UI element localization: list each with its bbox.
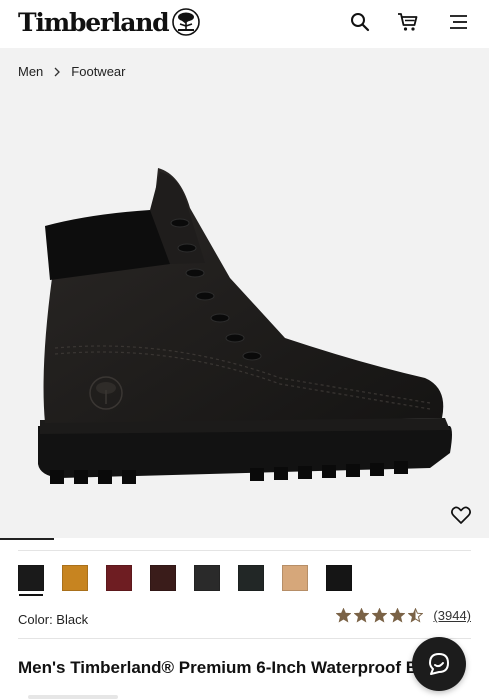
brand-name: Timberland bbox=[18, 7, 170, 37]
gallery-progress-indicator bbox=[0, 538, 54, 540]
site-header: Timberland bbox=[0, 0, 489, 48]
color-swatch[interactable] bbox=[326, 565, 352, 591]
product-image-boot[interactable] bbox=[30, 168, 460, 498]
breadcrumb-footwear[interactable]: Footwear bbox=[71, 64, 125, 79]
product-title: Men's Timberland® Premium 6-Inch Waterpr… bbox=[18, 658, 418, 677]
next-section-hint bbox=[28, 695, 118, 699]
breadcrumb: Men Footwear bbox=[18, 64, 126, 79]
color-swatch[interactable] bbox=[18, 565, 44, 596]
product-page: Timberland Men Footwear Color: Black (39… bbox=[0, 0, 489, 699]
cart-icon[interactable] bbox=[394, 8, 422, 36]
color-swatches bbox=[18, 565, 352, 596]
product-image-gallery[interactable]: Men Footwear bbox=[0, 48, 489, 540]
tree-logo-icon bbox=[172, 8, 201, 36]
product-rating[interactable]: (3944) bbox=[336, 608, 471, 623]
search-icon[interactable] bbox=[346, 8, 374, 36]
color-swatch[interactable] bbox=[194, 565, 220, 591]
color-swatch[interactable] bbox=[106, 565, 132, 591]
color-swatch[interactable] bbox=[282, 565, 308, 591]
star-icon bbox=[408, 608, 424, 623]
brand-logo[interactable]: Timberland bbox=[18, 6, 201, 38]
selected-color-label: Color: Black bbox=[18, 612, 89, 627]
chat-button[interactable] bbox=[412, 637, 466, 691]
color-swatch[interactable] bbox=[150, 565, 176, 591]
rating-stars bbox=[336, 608, 424, 623]
divider bbox=[18, 638, 471, 639]
menu-icon[interactable] bbox=[444, 8, 472, 36]
chevron-right-icon bbox=[54, 67, 61, 76]
star-icon bbox=[372, 608, 388, 623]
chat-bubble-icon bbox=[429, 653, 449, 675]
review-count-link[interactable]: (3944) bbox=[433, 608, 471, 623]
star-icon bbox=[390, 608, 406, 623]
divider bbox=[18, 550, 471, 551]
breadcrumb-men[interactable]: Men bbox=[18, 64, 43, 79]
color-swatch[interactable] bbox=[62, 565, 88, 591]
star-icon bbox=[354, 608, 370, 623]
color-swatch[interactable] bbox=[238, 565, 264, 591]
star-icon bbox=[336, 608, 352, 623]
heart-icon[interactable] bbox=[450, 504, 472, 526]
